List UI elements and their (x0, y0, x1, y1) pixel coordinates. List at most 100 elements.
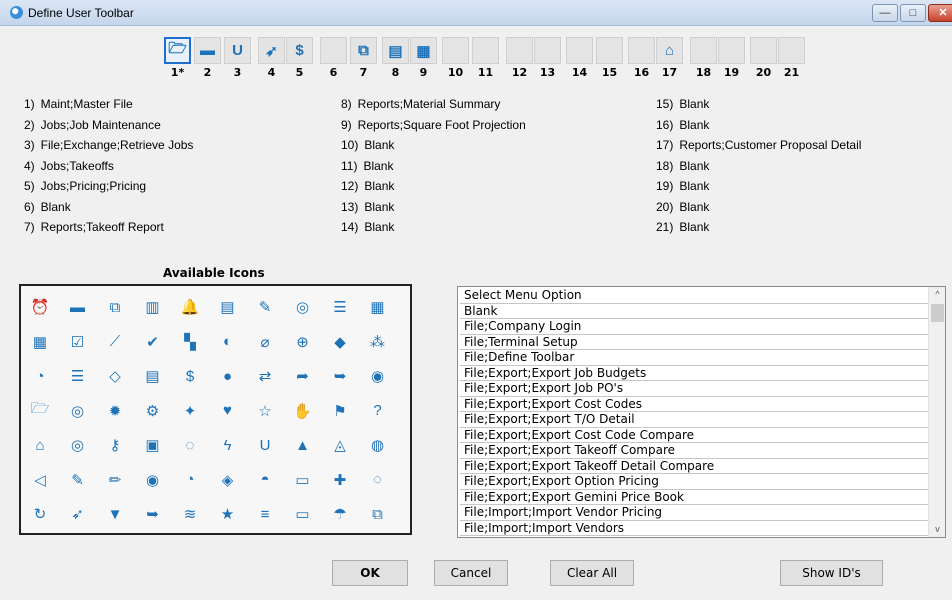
list-item[interactable]: Select Menu Option (460, 288, 928, 304)
toolbar-slot-11[interactable] (472, 37, 499, 64)
minimize-button[interactable]: — (872, 4, 898, 22)
star-icon[interactable]: ★ (215, 501, 241, 527)
gears-icon[interactable]: ⚙ (140, 398, 166, 424)
list-scrollbar[interactable]: ^ v (928, 287, 945, 537)
sign-out-icon[interactable]: ➥ (327, 363, 353, 389)
recycle-icon[interactable]: ◌ (365, 467, 391, 493)
layers-icon[interactable]: ≋ (177, 501, 203, 527)
lightning-icon[interactable]: ϟ (215, 432, 241, 458)
contrast-icon[interactable]: ◐ (215, 329, 241, 355)
shield-icon[interactable]: ▼ (102, 501, 128, 527)
line-chart-icon[interactable]: ⟋ (102, 329, 128, 355)
cube-icon[interactable]: ◆ (327, 329, 353, 355)
palette-icon[interactable]: ◍ (365, 432, 391, 458)
toolbar-slot-14[interactable] (566, 37, 593, 64)
list-item[interactable]: File;Export;Export T/O Detail (460, 412, 928, 428)
paper-plane-icon[interactable]: ◁ (27, 467, 53, 493)
pencil-icon[interactable]: ✏ (102, 467, 128, 493)
target-icon[interactable]: ◎ (290, 294, 316, 320)
gear-icon[interactable]: ✹ (102, 398, 128, 424)
edit-icon[interactable]: ✎ (65, 467, 91, 493)
toolbar-slot-9[interactable]: ▦ (410, 37, 437, 64)
list-item[interactable]: File;Export;Export Takeoff Compare (460, 443, 928, 459)
close-button[interactable]: ✕ (928, 4, 952, 22)
maximize-button[interactable]: □ (900, 4, 926, 22)
paintbrush-icon[interactable]: ✎ (252, 294, 278, 320)
toolbar-slot-5[interactable]: $ (286, 37, 313, 64)
toolbar-slot-1[interactable]: 🗁 (164, 37, 191, 64)
calculator-icon[interactable]: ▤ (215, 294, 241, 320)
export-icon[interactable]: ➦ (290, 363, 316, 389)
list-item[interactable]: File;Define Toolbar (460, 350, 928, 366)
toolbar-slot-7[interactable]: ⧉ (350, 37, 377, 64)
scroll-thumb[interactable] (931, 304, 944, 322)
toolbar-slot-19[interactable] (718, 37, 745, 64)
keyboard-icon[interactable]: ▣ (140, 432, 166, 458)
list-item[interactable]: File;Import;Import Vendors (460, 521, 928, 536)
list-item[interactable]: File;Export;Export Job Budgets (460, 366, 928, 381)
toolbar-slot-20[interactable] (750, 37, 777, 64)
clear-all-button[interactable]: Clear All (550, 560, 634, 586)
users-icon[interactable]: ✦ (177, 398, 203, 424)
puzzle-icon[interactable]: ✚ (327, 467, 353, 493)
tiles-icon[interactable]: ▚ (177, 329, 203, 355)
compass-icon[interactable]: ◎ (65, 432, 91, 458)
window-restore-icon[interactable]: ⧉ (365, 501, 391, 527)
list-item[interactable]: File;Export;Export Gemini Price Book (460, 490, 928, 505)
droplet-icon[interactable]: ● (215, 363, 241, 389)
list-item[interactable]: File;Import;Import Vendor Pricing (460, 505, 928, 521)
bell-icon[interactable]: 🔔 (177, 294, 203, 320)
sign-in-icon[interactable]: ➥ (140, 501, 166, 527)
list-item[interactable]: File;Export;Export Job PO's (460, 381, 928, 397)
menu-option-list[interactable]: File;Import;Import Vendors File;Import;Im… (457, 286, 946, 538)
toolbar-slot-4[interactable]: ➶ (258, 37, 285, 64)
list-item[interactable]: File;Export;Export Option Pricing (460, 474, 928, 490)
printer-icon[interactable]: ▭ (290, 467, 316, 493)
toolbar-slot-2[interactable]: ▬ (194, 37, 221, 64)
toolbar-slot-10[interactable] (442, 37, 469, 64)
cancel-button[interactable]: Cancel (434, 560, 508, 586)
show-ids-button[interactable]: Show ID's (780, 560, 883, 586)
navigation-icon[interactable]: ▲ (290, 432, 316, 458)
pie-chart-icon[interactable]: ◔ (177, 467, 203, 493)
eye-icon[interactable]: ◉ (365, 363, 391, 389)
server-icon[interactable]: ≡ (252, 501, 278, 527)
refresh-icon[interactable]: ↻ (27, 501, 53, 527)
archive-icon[interactable]: ▬ (65, 294, 91, 320)
star-half-icon[interactable]: ☆ (252, 398, 278, 424)
database-icon[interactable]: ☰ (327, 294, 353, 320)
dollar-icon[interactable]: $ (177, 363, 203, 389)
scroll-down-icon[interactable]: v (929, 522, 945, 537)
calendar-icon[interactable]: ▦ (27, 329, 53, 355)
ok-button[interactable]: OK (332, 560, 408, 586)
satellite-icon[interactable]: ◓ (252, 467, 278, 493)
diamond-icon[interactable]: ◇ (102, 363, 128, 389)
toolbar-slot-15[interactable] (596, 37, 623, 64)
list-item[interactable]: File;Export;Export Takeoff Detail Compar… (460, 459, 928, 474)
cubes-icon[interactable]: ⁂ (365, 329, 391, 355)
list-item[interactable]: File;Terminal Setup (460, 335, 928, 350)
question-icon[interactable]: ? (365, 398, 391, 424)
calculator-alt-icon[interactable]: ▦ (365, 294, 391, 320)
comment-icon[interactable]: ▭ (290, 501, 316, 527)
toolbar-slot-21[interactable] (778, 37, 805, 64)
list-item[interactable]: File;Export;Export Cost Code Compare (460, 428, 928, 443)
paperclip-icon[interactable]: ⌀ (252, 329, 278, 355)
folder-open-icon[interactable]: 🗁 (27, 398, 53, 424)
list-item[interactable]: Blank (460, 304, 928, 319)
bar-chart-icon[interactable]: ▥ (140, 294, 166, 320)
database-stack-icon[interactable]: ☰ (65, 363, 91, 389)
crosshair-icon[interactable]: ⊕ (290, 329, 316, 355)
exchange-icon[interactable]: ⇄ (252, 363, 278, 389)
calendar-check-icon[interactable]: ☑ (65, 329, 91, 355)
toolbar-slot-6[interactable] (320, 37, 347, 64)
home-icon[interactable]: ⌂ (27, 432, 53, 458)
scroll-up-icon[interactable]: ^ (929, 287, 945, 302)
toolbar-slot-16[interactable] (628, 37, 655, 64)
toolbar-slot-13[interactable] (534, 37, 561, 64)
rocket-icon[interactable]: ➶ (65, 501, 91, 527)
toolbar-slot-17[interactable]: ⌂ (656, 37, 683, 64)
fingerprint-icon[interactable]: ◎ (65, 398, 91, 424)
alarm-clock-icon[interactable]: ⏰ (27, 294, 53, 320)
umbrella-icon[interactable]: ☂ (327, 501, 353, 527)
